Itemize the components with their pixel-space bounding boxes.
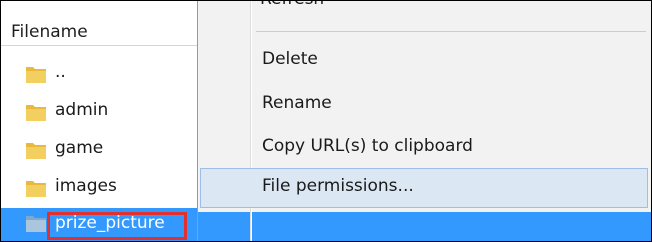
menu-item-label: File permissions... — [262, 176, 414, 196]
file-list-pane: Filename .. admin game images prize_pict… — [1, 1, 201, 241]
menu-item-copy-url[interactable]: Copy URL(s) to clipboard — [200, 128, 648, 168]
menu-item-label: Copy URL(s) to clipboard — [262, 136, 473, 156]
folder-icon — [26, 105, 46, 121]
menu-item-file-permissions[interactable]: File permissions... — [200, 168, 648, 208]
menu-item-rename[interactable]: Rename — [200, 85, 648, 125]
file-name: admin — [55, 100, 109, 120]
file-row-parent[interactable]: .. — [1, 54, 201, 92]
file-row-admin[interactable]: admin — [1, 92, 201, 130]
folder-icon — [26, 216, 46, 232]
file-name: .. — [55, 62, 66, 82]
menu-separator — [256, 31, 646, 32]
file-row-images[interactable]: images — [1, 168, 201, 206]
folder-icon — [26, 67, 46, 83]
file-row-game[interactable]: game — [1, 130, 201, 168]
menu-item-label: Rename — [262, 93, 332, 113]
annotation-highlight-box — [47, 212, 187, 240]
folder-icon — [26, 143, 46, 159]
folder-icon — [26, 181, 46, 197]
menu-item-refresh-label[interactable]: Refresh — [260, 1, 324, 9]
selection-strip — [198, 212, 651, 241]
menu-item-label: Delete — [262, 49, 318, 69]
file-name: images — [55, 176, 117, 196]
filename-column-header[interactable]: Filename — [1, 1, 201, 46]
screenshot-frame: Filename .. admin game images prize_pict… — [0, 0, 652, 242]
context-menu: Refresh Delete Rename Copy URL(s) to cli… — [197, 1, 651, 241]
filename-header-label: Filename — [11, 22, 88, 42]
file-name: game — [55, 138, 104, 158]
menu-item-delete[interactable]: Delete — [200, 41, 648, 81]
